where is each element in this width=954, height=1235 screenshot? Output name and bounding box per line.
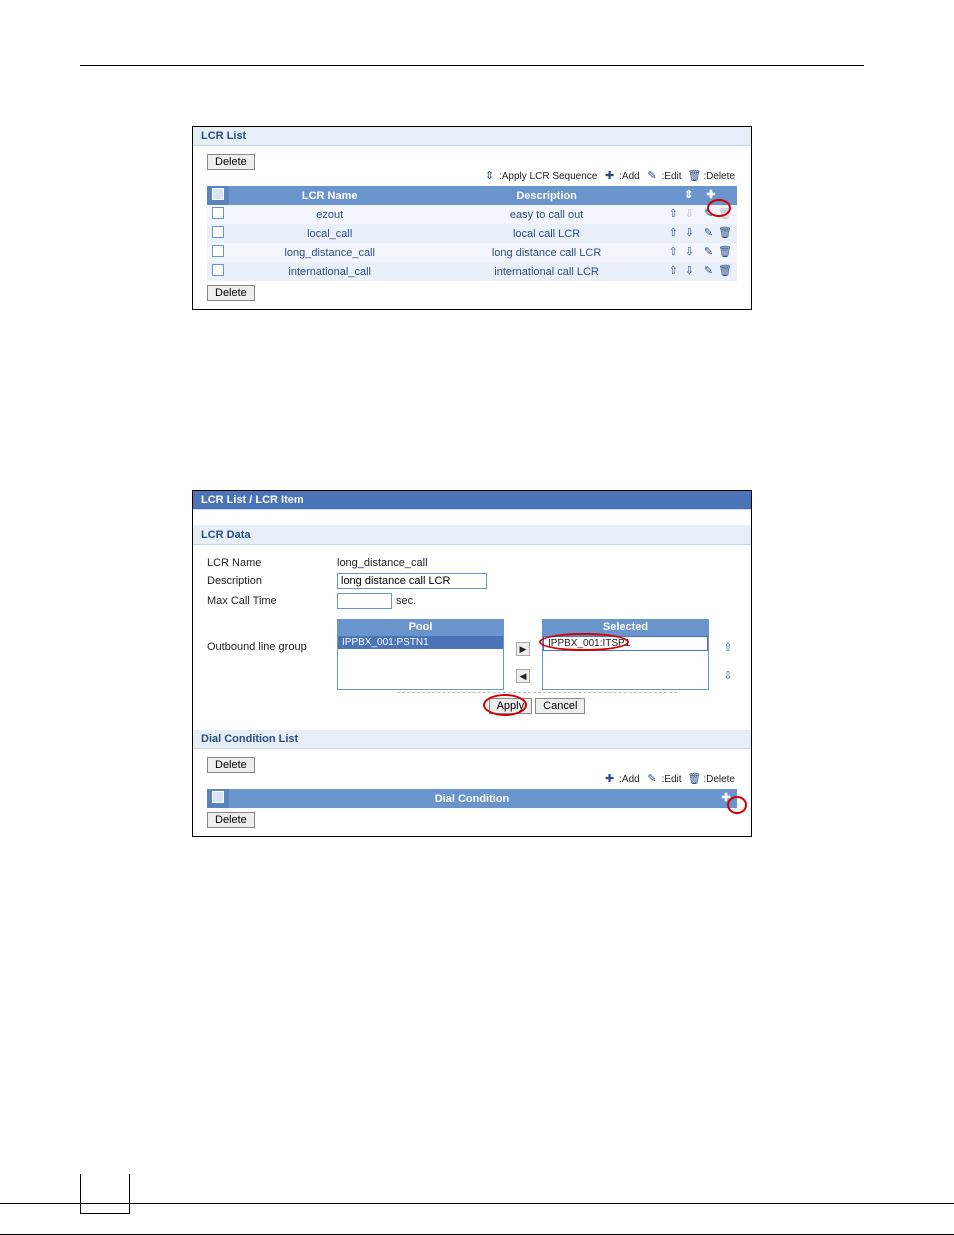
table-row: international_call international call LC… [207,262,737,281]
lcr-name-label: LCR Name [207,557,337,569]
row-checkbox[interactable] [212,245,224,257]
move-left-button[interactable]: ◀ [516,669,530,683]
sequence-icon: ⇕ [483,170,496,183]
selected-header: Selected [542,619,709,635]
add-icon: ✚ [603,773,616,786]
row-checkbox[interactable] [212,264,224,276]
footer-rule [0,1203,954,1204]
edit-icon[interactable]: ✎ [702,265,715,278]
outbound-group-label: Outbound line group [207,613,337,653]
delete-button[interactable]: Delete [207,154,255,170]
order-up-icon[interactable]: ⇧ [722,642,735,655]
delete-icon[interactable]: 🗑 [718,246,731,259]
lcr-list-title: LCR List [193,127,751,146]
col-description: Description [430,186,662,205]
add-icon: ✚ [603,170,616,183]
delete-button[interactable]: Delete [207,757,255,773]
up-icon[interactable]: ⇧ [667,265,680,278]
lcr-list-legend: ⇕:Apply LCR Sequence ✚:Add ✎:Edit 🗑:Dele… [207,170,737,186]
seconds-label: sec. [396,595,416,607]
pool-listbox[interactable]: IPPBX_001:PSTN1 [337,635,504,690]
lcr-list-panel: LCR List Delete ⇕:Apply LCR Sequence ✚:A… [192,126,752,310]
move-right-button[interactable]: ▶ [516,642,530,656]
delete-button[interactable]: Delete [207,285,255,301]
lcr-name-value: long_distance_call [337,557,428,569]
page-number-box [80,1174,130,1214]
edit-icon[interactable]: ✎ [702,208,715,221]
edit-icon: ✎ [646,170,659,183]
description-label: Description [207,575,337,587]
row-checkbox[interactable] [212,226,224,238]
max-call-time-input[interactable] [337,593,392,609]
edit-icon[interactable]: ✎ [702,246,715,259]
breadcrumb: LCR List / LCR Item [193,491,751,510]
pool-header: Pool [337,619,504,635]
down-icon[interactable]: ⇩ [683,208,696,221]
delete-icon[interactable]: 🗑 [718,208,731,221]
dial-condition-legend: ✚:Add ✎:Edit 🗑:Delete [207,773,737,789]
lcr-data-title: LCR Data [193,526,751,545]
dial-condition-title: Dial Condition List [193,730,751,749]
dial-condition-table: Dial Condition ✚ [207,789,737,808]
row-checkbox[interactable] [212,207,224,219]
delete-button[interactable]: Delete [207,812,255,828]
delete-icon: 🗑 [687,170,700,183]
edit-icon[interactable]: ✎ [702,227,715,240]
lcr-table: LCR Name Description ⇕ ✚ ezout easy to c… [207,186,737,281]
cancel-button[interactable]: Cancel [535,698,585,714]
select-all-checkbox[interactable] [212,188,224,200]
table-row: long_distance_call long distance call LC… [207,243,737,262]
order-down-icon[interactable]: ⇩ [722,670,735,683]
down-icon[interactable]: ⇩ [683,265,696,278]
select-all-checkbox[interactable] [212,791,224,803]
up-icon[interactable]: ⇧ [667,208,680,221]
apply-button[interactable]: Apply [489,698,533,714]
edit-icon: ✎ [646,773,659,786]
sequence-icon[interactable]: ⇕ [682,189,695,202]
add-icon[interactable]: ✚ [720,792,733,805]
delete-icon[interactable]: 🗑 [718,265,731,278]
down-icon[interactable]: ⇩ [683,227,696,240]
down-icon[interactable]: ⇩ [683,246,696,259]
pool-item[interactable]: IPPBX_001:PSTN1 [338,636,503,649]
add-icon[interactable]: ✚ [704,189,717,202]
max-call-time-label: Max Call Time [207,595,337,607]
delete-icon[interactable]: 🗑 [718,227,731,240]
table-row: local_call local call LCR ⇧ ⇩ ✎ 🗑 [207,224,737,243]
up-icon[interactable]: ⇧ [667,246,680,259]
description-input[interactable] [337,573,487,589]
selected-listbox[interactable]: IPPBX_001:ITSP1 [542,635,709,690]
col-lcr-name: LCR Name [229,186,430,205]
up-icon[interactable]: ⇧ [667,227,680,240]
lcr-item-panel: LCR List / LCR Item LCR Data LCR Name lo… [192,490,752,837]
selected-item[interactable]: IPPBX_001:ITSP1 [543,636,708,651]
table-row: ezout easy to call out ⇧ ⇩ ✎ 🗑 [207,205,737,224]
col-dial-condition: Dial Condition [229,789,715,808]
delete-icon: 🗑 [687,773,700,786]
